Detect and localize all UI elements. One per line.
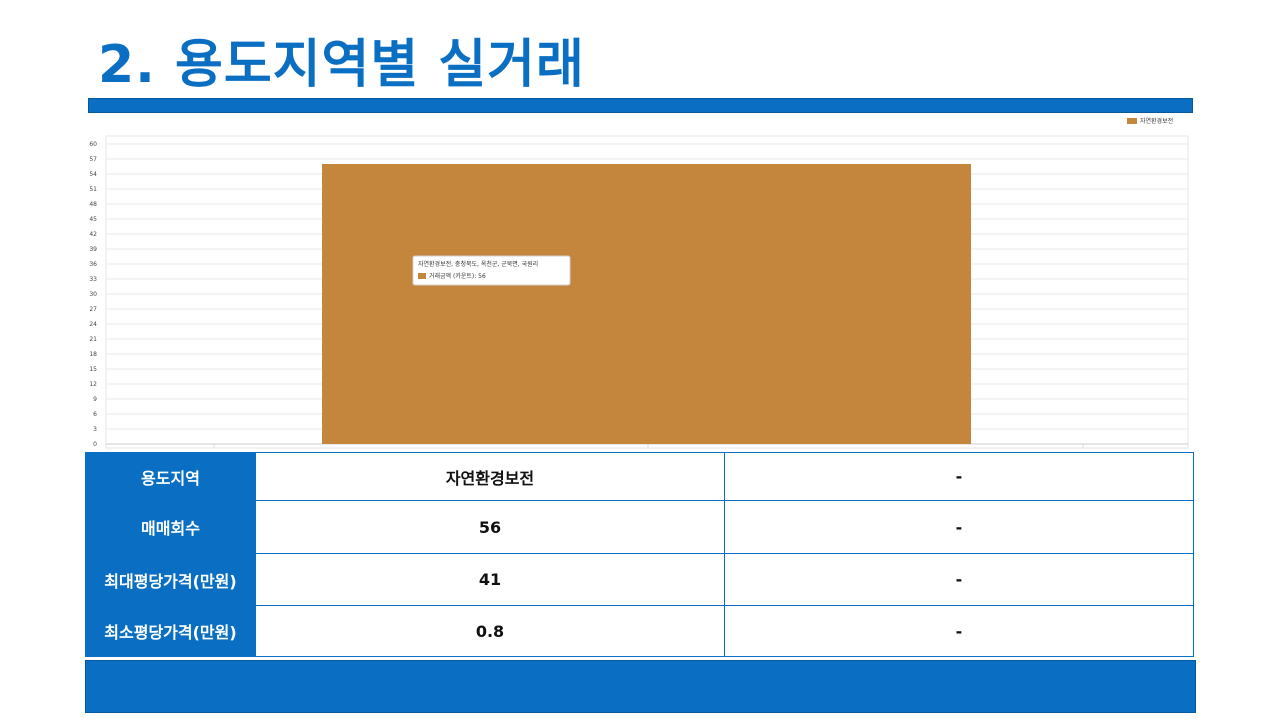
y-tick-label: 39 [89,246,97,253]
footer-bar [85,660,1196,713]
bar-chart: 60 57 54 51 48 45 42 39 36 33 30 27 24 21 18 15 12 9 6 3 0 자연… [88,116,1193,450]
y-tick-label: 21 [89,336,97,343]
y-tick-label: 27 [89,306,97,313]
y-tick-label: 24 [89,321,97,328]
row-label: 매매회수 [85,500,256,554]
y-tick-label: 54 [89,171,97,178]
row-extra: - [724,452,1194,501]
row-value: 0.8 [255,605,725,657]
y-tick-label: 51 [89,186,97,193]
y-tick-label: 42 [89,231,97,238]
table-row: 매매회수 56 - [85,500,1194,554]
legend-label: 자연환경보전 [1140,117,1173,125]
y-tick-label: 45 [89,216,97,223]
row-label: 최소평당가격(만원) [85,605,256,657]
row-extra: - [724,553,1194,606]
row-value: 56 [255,500,725,554]
tooltip-title: 자연환경보전, 충청북도, 옥천군, 군북면, 국원리 [418,260,538,268]
tooltip-value: 거래금액 (카운트): 56 [429,272,486,280]
row-label: 용도지역 [85,452,256,501]
bar [322,164,971,444]
row-value: 41 [255,553,725,606]
y-tick-label: 48 [89,201,97,208]
page-title: 2. 용도지역별 실거래 [98,35,585,95]
title-underline-bar [88,98,1193,113]
table-row: 최소평당가격(만원) 0.8 - [85,605,1194,657]
y-tick-label: 15 [89,366,97,373]
y-tick-label: 33 [89,276,97,283]
tooltip-swatch [418,273,426,279]
y-tick-label: 36 [89,261,97,268]
y-tick-label: 57 [89,156,97,163]
row-extra: - [724,605,1194,657]
row-label: 최대평당가격(만원) [85,553,256,606]
y-tick-label: 60 [89,141,97,148]
y-tick-label: 3 [93,426,97,433]
y-tick-label: 12 [89,381,97,388]
y-tick-label: 18 [89,351,97,358]
table-row: 용도지역 자연환경보전 - [85,452,1194,501]
table-row: 최대평당가격(만원) 41 - [85,553,1194,606]
y-tick-label: 30 [89,291,97,298]
y-tick-label: 9 [93,396,97,403]
y-tick-label: 0 [93,441,97,448]
chart-svg: 60575451484542393633302724211815129630자연… [89,117,1189,449]
row-extra: - [724,500,1194,554]
legend-swatch [1127,118,1137,124]
y-tick-label: 6 [93,411,97,418]
row-value: 자연환경보전 [255,452,725,501]
summary-table: 용도지역 자연환경보전 - 매매회수 56 - 최대평당가격(만원) 41 - … [85,452,1194,657]
